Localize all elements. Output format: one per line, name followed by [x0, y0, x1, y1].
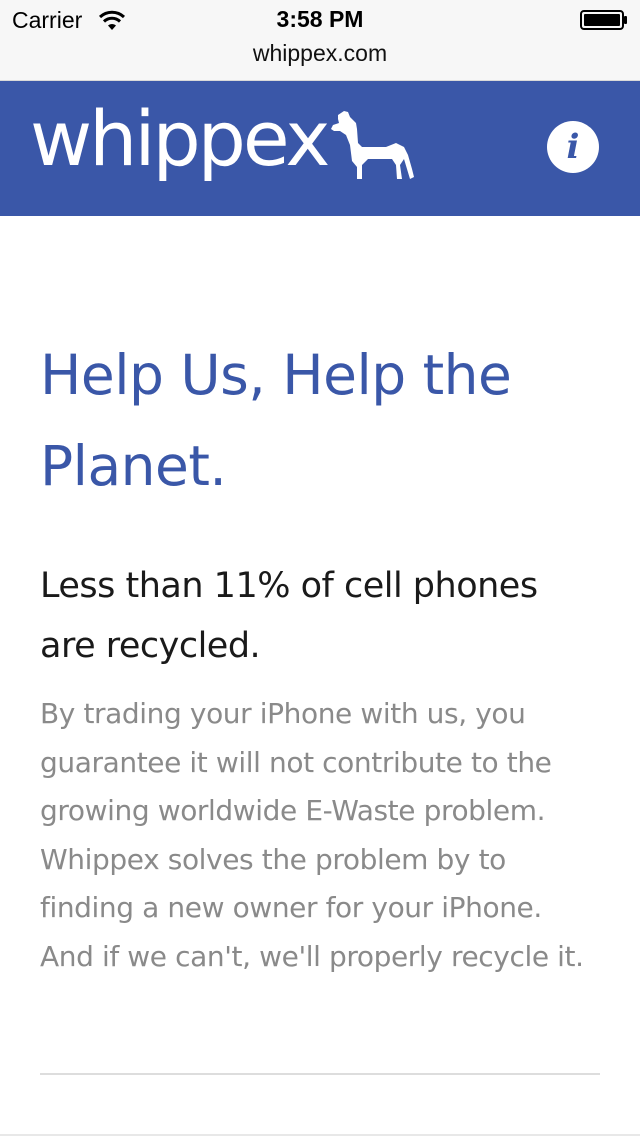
status-bar: Carrier 3:58 PM whippex.com — [0, 0, 640, 81]
info-button[interactable]: i — [547, 121, 599, 173]
recycling-subtitle: Less than 11% of cell phones are recycle… — [40, 566, 538, 666]
address-bar-url[interactable]: whippex.com — [0, 40, 640, 67]
section-divider — [40, 1073, 600, 1075]
whippex-logo[interactable]: whippex — [30, 101, 420, 189]
whippet-dog-icon — [331, 111, 414, 179]
recycling-description: By trading your iPhone with us, you guar… — [40, 697, 584, 973]
site-header: whippex i — [0, 81, 640, 216]
page-title: Help Us, Help the Planet. — [40, 343, 512, 498]
battery-icon — [580, 10, 627, 30]
main-content: Help Us, Help the Planet. Less than 11% … — [40, 330, 600, 981]
status-time: 3:58 PM — [276, 6, 364, 32]
logo-wordmark: whippex — [30, 94, 330, 183]
